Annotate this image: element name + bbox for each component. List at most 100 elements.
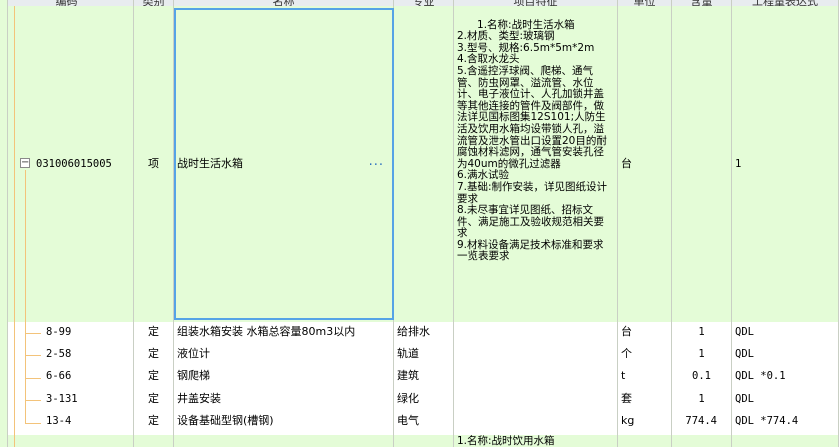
sub-item-qty-expr: QDL *0.1	[735, 370, 786, 382]
sub-item-qty-expr: QDL	[735, 348, 754, 360]
sub-item-category: 定	[148, 347, 159, 360]
sub-item-code: 3-131	[46, 393, 78, 405]
sub-item-category: 定	[148, 325, 159, 338]
sub-name-cell[interactable]: 液位计	[174, 344, 394, 366]
sub-name-cell[interactable]: 钢爬梯	[174, 366, 394, 389]
tree-line	[25, 400, 41, 401]
sub-features-cell[interactable]	[454, 389, 618, 411]
features-cell[interactable]: 1.名称:战时饮用水箱	[454, 435, 618, 447]
sub-item-qty-expr: QDL	[735, 326, 754, 338]
category-cell[interactable]: 项	[134, 6, 174, 322]
list-item-row[interactable]: 031006015005 项 战时生活水箱 1.名称:战时生活水箱 2.材质、类…	[0, 6, 839, 323]
category-cell[interactable]	[134, 435, 174, 447]
sub-item-name: 组装水箱安装 水箱总容量80m3以内	[177, 325, 356, 338]
unit-cell[interactable]: 台	[618, 6, 672, 322]
sub-item-name: 钢爬梯	[177, 369, 210, 382]
sub-name-cell[interactable]: 组装水箱安装 水箱总容量80m3以内	[174, 322, 394, 344]
sub-qty-expr-cell[interactable]: QDL	[732, 389, 839, 411]
tree-line	[25, 170, 26, 424]
qty-expr-cell[interactable]	[732, 435, 839, 447]
sub-item-content: 774.4	[685, 415, 717, 427]
qty-expr-cell[interactable]: 1	[732, 6, 839, 322]
sub-qty-expr-cell[interactable]: QDL *774.4	[732, 411, 839, 435]
sub-category-cell[interactable]: 定	[134, 366, 174, 389]
sub-code-cell[interactable]: 2-58	[0, 344, 134, 366]
sub-unit-cell[interactable]: 个	[618, 344, 672, 366]
sub-category-cell[interactable]: 定	[134, 344, 174, 366]
sub-code-cell[interactable]: 3-131	[0, 389, 134, 411]
item-qty-expr: 1	[735, 158, 742, 170]
sub-item-name: 液位计	[177, 347, 210, 360]
sub-item-qty-expr: QDL *774.4	[735, 415, 799, 427]
specialty-cell[interactable]	[394, 435, 454, 447]
content-cell[interactable]	[672, 6, 732, 322]
sub-item-content: 1	[698, 393, 705, 405]
sub-item-row[interactable]: 2-58 定 液位计 轨道 个 1 QDL	[0, 344, 839, 367]
sub-content-cell[interactable]: 1	[672, 322, 732, 344]
sub-item-category: 定	[148, 414, 159, 427]
sub-item-code: 13-4	[46, 415, 72, 427]
sub-item-unit: 套	[621, 392, 632, 405]
sub-item-row[interactable]: 3-131 定 井盖安装 绿化 套 1 QDL	[0, 389, 839, 412]
sub-item-content: 0.1	[692, 370, 711, 382]
sub-item-unit: kg	[621, 414, 635, 427]
item-unit: 台	[621, 157, 632, 170]
features-cell[interactable]: 1.名称:战时生活水箱 2.材质、类型:玻璃钢 3.型号、规格:6.5m*5m*…	[454, 6, 618, 322]
sub-category-cell[interactable]: 定	[134, 322, 174, 344]
sub-specialty-cell[interactable]: 绿化	[394, 389, 454, 411]
sub-item-specialty: 轨道	[397, 347, 419, 360]
sub-specialty-cell[interactable]: 电气	[394, 411, 454, 435]
sub-unit-cell[interactable]: t	[618, 366, 672, 389]
sub-item-specialty: 建筑	[397, 369, 419, 382]
list-item-row[interactable]: 1.名称:战时饮用水箱	[0, 435, 839, 447]
sub-unit-cell[interactable]: kg	[618, 411, 672, 435]
content-cell[interactable]	[672, 435, 732, 447]
sub-category-cell[interactable]: 定	[134, 389, 174, 411]
code-cell[interactable]	[0, 435, 134, 447]
sub-item-content: 1	[698, 348, 705, 360]
sub-content-cell[interactable]: 1	[672, 344, 732, 366]
more-button[interactable]: ···	[369, 158, 384, 173]
sub-features-cell[interactable]	[454, 366, 618, 389]
sub-qty-expr-cell[interactable]: QDL	[732, 322, 839, 344]
sub-features-cell[interactable]	[454, 411, 618, 435]
tree-line	[25, 355, 41, 356]
sub-name-cell[interactable]: 井盖安装	[174, 389, 394, 411]
sub-content-cell[interactable]: 1	[672, 389, 732, 411]
tree-line	[25, 333, 41, 334]
specialty-cell[interactable]	[394, 6, 454, 322]
sub-category-cell[interactable]: 定	[134, 411, 174, 435]
next-item-features: 1.名称:战时饮用水箱	[457, 435, 555, 447]
sub-code-cell[interactable]: 8-99	[0, 322, 134, 344]
sub-qty-expr-cell[interactable]: QDL	[732, 344, 839, 366]
sub-item-row[interactable]: 6-66 定 钢爬梯 建筑 t 0.1 QDL *0.1	[0, 366, 839, 390]
collapse-toggle[interactable]: −	[20, 158, 30, 168]
name-cell[interactable]	[174, 435, 394, 447]
sub-unit-cell[interactable]: 台	[618, 322, 672, 344]
sub-code-cell[interactable]: 13-4	[0, 411, 134, 435]
sub-item-row[interactable]: 13-4 定 设备基础型钢(槽钢) 电气 kg 774.4 QDL *774.4	[0, 411, 839, 436]
sub-content-cell[interactable]: 0.1	[672, 366, 732, 389]
sub-specialty-cell[interactable]: 给排水	[394, 322, 454, 344]
sub-item-row[interactable]: 8-99 定 组装水箱安装 水箱总容量80m3以内 给排水 台 1 QDL	[0, 322, 839, 345]
sub-content-cell[interactable]: 774.4	[672, 411, 732, 435]
item-category: 项	[148, 157, 159, 170]
sub-features-cell[interactable]	[454, 344, 618, 366]
sub-item-category: 定	[148, 369, 159, 382]
sub-specialty-cell[interactable]: 轨道	[394, 344, 454, 366]
tree-line	[14, 6, 15, 447]
sub-item-unit: 个	[621, 347, 632, 360]
sub-item-name: 设备基础型钢(槽钢)	[177, 414, 274, 427]
sub-qty-expr-cell[interactable]: QDL *0.1	[732, 366, 839, 389]
sub-code-cell[interactable]: 6-66	[0, 366, 134, 389]
unit-cell[interactable]	[618, 435, 672, 447]
sub-specialty-cell[interactable]: 建筑	[394, 366, 454, 389]
sub-item-category: 定	[148, 392, 159, 405]
sub-item-code: 2-58	[46, 348, 72, 360]
sub-features-cell[interactable]	[454, 322, 618, 344]
name-cell-selection: ···	[174, 8, 394, 320]
sub-item-specialty: 绿化	[397, 392, 419, 405]
sub-name-cell[interactable]: 设备基础型钢(槽钢)	[174, 411, 394, 435]
sub-unit-cell[interactable]: 套	[618, 389, 672, 411]
bill-grid: 编码 类别 名称 专业 项目特征 单位 含量 工程量表达式 0310060150…	[0, 0, 839, 447]
